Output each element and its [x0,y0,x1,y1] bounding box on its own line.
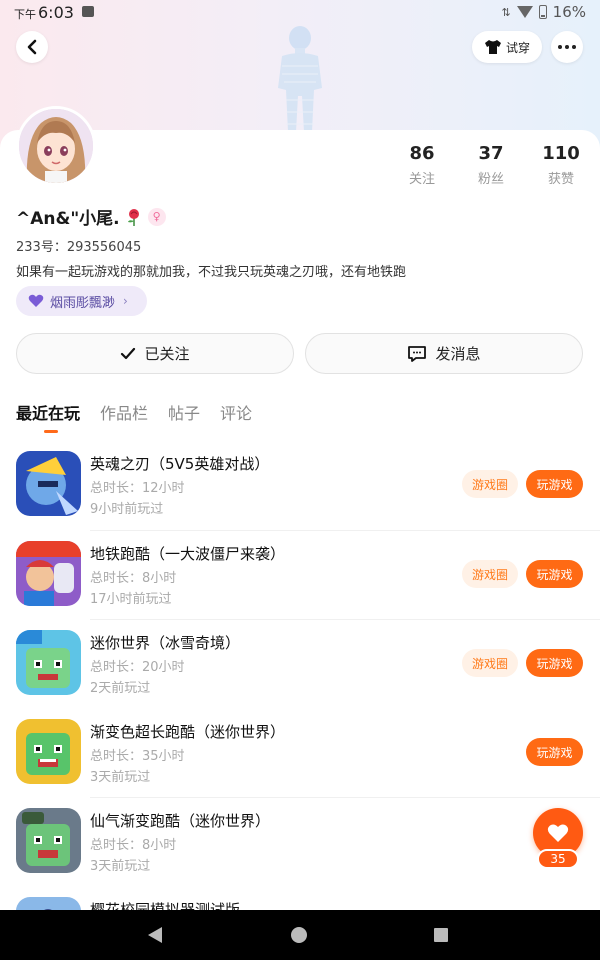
game-last-played: 3天前玩过 [90,770,151,785]
user-avatar[interactable] [16,106,96,186]
game-duration: 总时长：35小时 [90,749,185,764]
game-list-item[interactable]: 迷你世界（冰雪奇境） 总时长：20小时 2天前玩过 游戏圈 玩游戏 [0,619,600,708]
game-last-played: 3天前玩过 [90,859,151,874]
send-message-button[interactable]: 发消息 [305,333,583,374]
game-title: 樱花校园模拟器测试版 [90,901,241,910]
chevron-right-icon: › [123,294,128,308]
game-title: 地铁跑酷（一大波僵尸来袭） [90,545,286,563]
likes-count: 110 [542,143,580,164]
wifi-icon [516,6,533,18]
user-bio: 如果有一起玩游戏的那就加我，不过我只玩英魂之刃哦，还有地铁跑 [16,265,407,280]
game-last-played: 17小时前玩过 [90,592,172,607]
nav-back-icon[interactable] [148,927,162,943]
subway-game-icon [16,541,81,606]
rose-emoji-icon [127,208,139,226]
tab-comments[interactable]: 评论 [220,400,252,424]
game-duration: 总时长：12小时 [90,481,185,496]
play-game-button[interactable]: 玩游戏 [526,738,583,766]
tab-posts[interactable]: 帖子 [168,400,200,424]
game-list-item[interactable]: 地铁跑酷（一大波僵尸来袭） 总时长：8小时 17小时前玩过 游戏圈 玩游戏 [0,530,600,619]
followers-label: 粉丝 [477,172,504,187]
data-arrows-icon: ⇅ [501,5,511,19]
more-options-button[interactable] [551,31,583,63]
chat-bubble-icon [408,345,427,362]
mini-world-parkour-icon [16,719,81,784]
user-nickname: ^An&"小尾. [16,209,120,229]
game-circle-button[interactable]: 游戏圈 [462,560,518,588]
more-dots-icon [558,45,576,49]
following-count: 86 [409,143,435,164]
game-title: 英魂之刃（5V5英雄对战） [90,455,270,473]
mini-world-fairy-icon [16,808,81,873]
game-title: 仙气渐变跑酷（迷你世界） [90,812,271,830]
heart-icon [547,824,569,842]
list-divider [90,797,600,798]
heart-icon [28,294,44,307]
list-divider [90,619,600,620]
following-label: 关注 [408,172,435,187]
nav-recents-icon[interactable] [434,928,448,942]
game-list-item[interactable]: 仙气渐变跑酷（迷你世界） 总时长：8小时 3天前玩过 [0,797,600,886]
likes-label: 获赞 [547,172,574,187]
try-on-label: 试穿 [505,40,530,55]
user-tag-pill[interactable]: 烟雨彫飄渺 › [16,286,147,316]
following-stat[interactable]: 86 关注 [392,143,452,187]
system-navigation-bar [0,910,600,960]
game-title: 迷你世界（冰雪奇境） [90,634,241,652]
profile-tabs: 最近在玩 作品栏 帖子 评论 [16,400,252,433]
game-list-item[interactable]: 樱花校园模拟器测试版 [0,886,600,910]
hero-game-icon [16,451,81,516]
status-bar: 下午 6:03 ⇅ 16% [0,0,600,26]
game-title: 渐变色超长跑酷（迷你世界） [90,723,286,741]
try-on-button[interactable]: 试穿 [472,31,542,63]
send-message-label: 发消息 [435,345,481,363]
status-time: 下午 6:03 [14,3,74,22]
game-duration: 总时长：20小时 [90,660,185,675]
game-duration: 总时长：8小时 [90,838,177,853]
game-circle-button[interactable]: 游戏圈 [462,649,518,677]
likes-stat[interactable]: 110 获赞 [531,143,591,187]
game-duration: 总时长：8小时 [90,571,177,586]
game-list-item[interactable]: 渐变色超长跑酷（迷你世界） 总时长：35小时 3天前玩过 玩游戏 [0,708,600,797]
checkmark-icon [121,347,136,359]
nav-home-icon[interactable] [291,927,307,943]
list-divider [90,530,600,531]
anime-girl-avatar-image [19,109,93,183]
tab-recently-played[interactable]: 最近在玩 [16,400,80,433]
battery-icon [538,5,547,19]
female-gender-icon: ♀ [147,207,166,226]
back-button[interactable] [16,31,48,63]
followers-count: 37 [478,143,504,164]
tshirt-icon [484,40,501,54]
game-last-played: 9小时前玩过 [90,502,164,517]
sakura-school-icon [16,897,81,910]
battery-level: 16% [552,3,586,21]
play-game-button[interactable]: 玩游戏 [526,470,583,498]
user-nickname-row: ^An&"小尾. ♀ [16,204,166,229]
game-circle-button[interactable]: 游戏圈 [462,470,518,498]
chevron-left-icon [27,39,37,55]
avatar-figure-image[interactable] [268,26,332,132]
gallery-notification-icon [82,6,94,17]
following-button[interactable]: 已关注 [16,333,294,374]
tab-works[interactable]: 作品栏 [100,400,148,424]
play-game-button[interactable]: 玩游戏 [526,649,583,677]
following-button-label: 已关注 [144,345,190,363]
game-list-item[interactable]: 英魂之刃（5V5英雄对战） 总时长：12小时 9小时前玩过 游戏圈 玩游戏 [0,440,600,529]
user-tag-label: 烟雨彫飄渺 [50,295,116,311]
play-game-button[interactable]: 玩游戏 [526,560,583,588]
mini-world-icon [16,630,81,695]
user-id: 233号：293556045 [16,240,142,255]
game-last-played: 2天前玩过 [90,681,151,696]
followers-stat[interactable]: 37 粉丝 [461,143,521,187]
like-count-badge: 35 [537,849,579,869]
